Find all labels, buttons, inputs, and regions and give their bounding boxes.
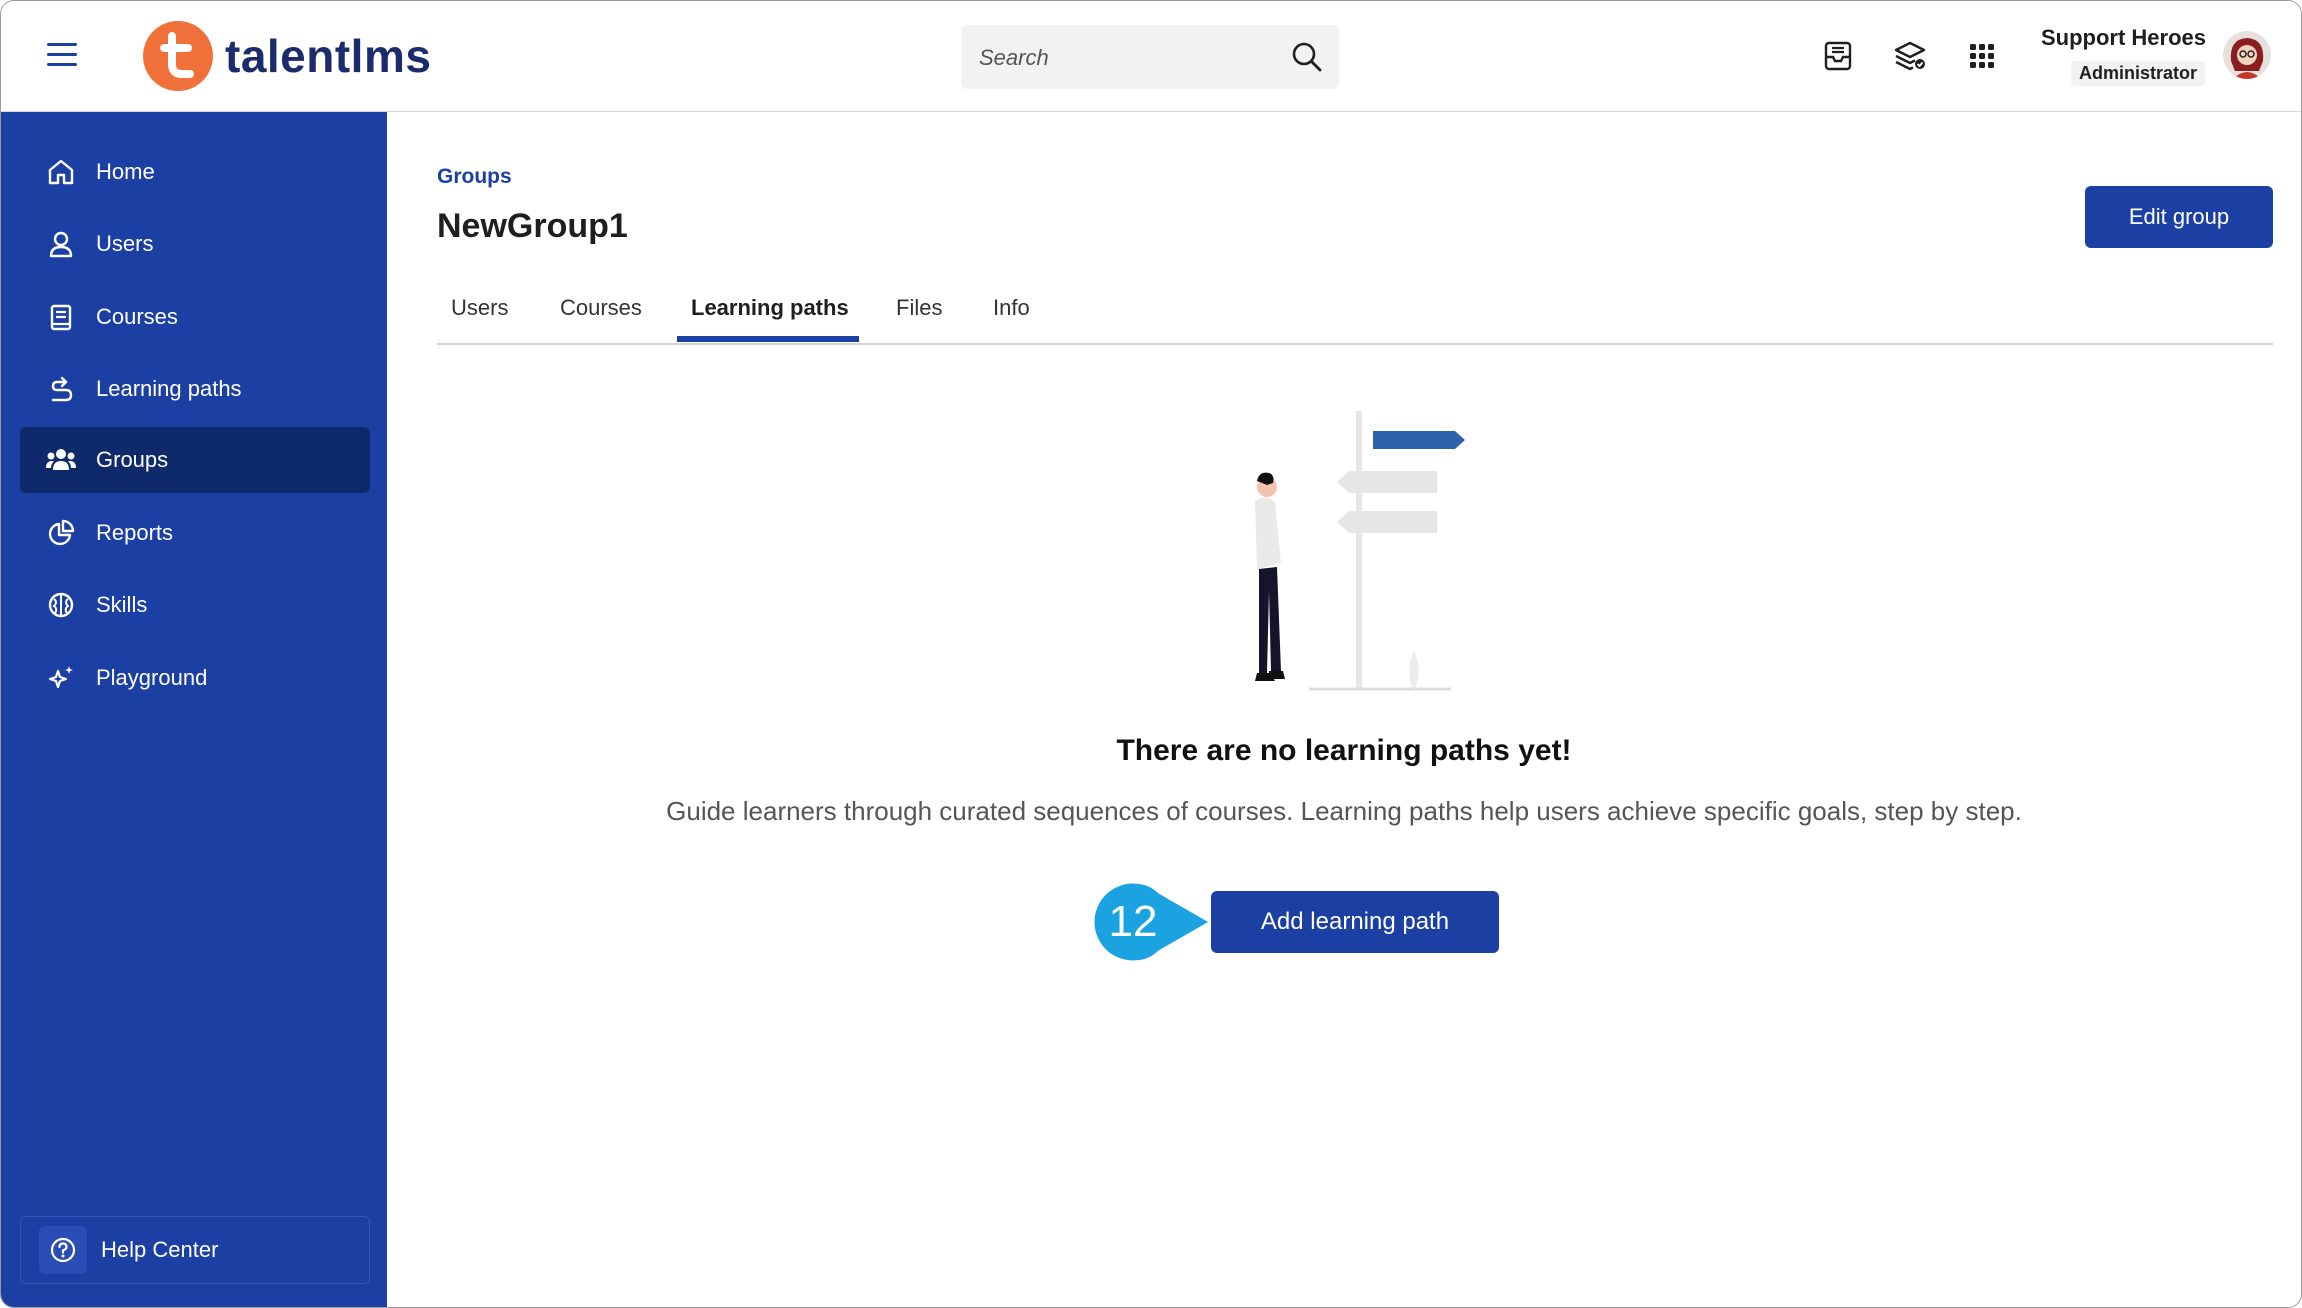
breadcrumb[interactable]: Groups — [437, 165, 512, 189]
sidebar-item-label: Users — [96, 231, 154, 256]
edit-group-button[interactable]: Edit group — [2085, 186, 2273, 248]
tab-bar: Users Courses Learning paths Files Info — [437, 281, 2273, 345]
sidebar: Home Users Courses Learning paths Groups — [1, 112, 387, 1307]
groups-icon — [44, 443, 78, 477]
path-icon — [44, 372, 78, 406]
step-callout-number: 12 — [1108, 897, 1158, 946]
tab-files[interactable]: Files — [896, 295, 942, 321]
home-icon — [44, 155, 78, 189]
sidebar-item-home[interactable]: Home — [20, 139, 370, 205]
logo-mark-icon — [143, 21, 213, 91]
logo[interactable]: talentlms — [143, 21, 431, 91]
empty-state-title: There are no learning paths yet! — [1116, 734, 1572, 767]
avatar[interactable] — [2223, 31, 2271, 79]
sidebar-item-label: Playground — [96, 665, 208, 690]
search-box — [961, 25, 1339, 91]
menu-icon[interactable] — [47, 43, 77, 69]
sidebar-item-label: Skills — [96, 592, 148, 617]
inbox-icon[interactable] — [1819, 37, 1857, 75]
logo-text: talentlms — [225, 30, 432, 82]
sidebar-item-label: Learning paths — [96, 376, 242, 401]
add-learning-path-button[interactable]: Add learning path — [1211, 891, 1499, 953]
user-name[interactable]: Support Heroes — [2031, 25, 2206, 51]
user-icon — [44, 227, 78, 261]
tab-learning-paths[interactable]: Learning paths — [691, 295, 849, 321]
help-center-label: Help Center — [101, 1237, 219, 1262]
sparkle-icon — [44, 661, 78, 695]
sidebar-item-users[interactable]: Users — [20, 211, 370, 277]
app-window: talentlms Su — [0, 0, 2302, 1308]
sidebar-item-label: Groups — [96, 447, 169, 472]
sidebar-item-label: Home — [96, 159, 155, 184]
tab-info[interactable]: Info — [993, 295, 1030, 321]
sidebar-item-label: Courses — [96, 304, 178, 329]
sidebar-item-reports[interactable]: Reports — [20, 500, 370, 566]
pie-chart-icon — [44, 516, 78, 550]
help-icon — [39, 1226, 87, 1274]
signpost-illustration — [1255, 411, 1465, 691]
sidebar-item-label: Reports — [96, 520, 174, 545]
apps-grid-icon[interactable] — [1963, 37, 2001, 75]
search-input[interactable] — [961, 25, 1281, 91]
sidebar-item-courses[interactable]: Courses — [20, 284, 370, 350]
user-role-badge: Administrator — [2071, 61, 2206, 86]
brain-icon — [44, 588, 78, 622]
layers-check-icon[interactable] — [1891, 37, 1929, 75]
sidebar-item-groups[interactable]: Groups — [20, 427, 370, 493]
page-title: NewGroup1 — [437, 207, 628, 245]
sidebar-item-playground[interactable]: Playground — [20, 645, 370, 711]
active-tab-indicator — [677, 336, 859, 342]
sidebar-item-skills[interactable]: Skills — [20, 572, 370, 638]
empty-state-description: Guide learners through curated sequences… — [666, 796, 2022, 826]
tab-users[interactable]: Users — [451, 295, 508, 321]
sidebar-item-learning-paths[interactable]: Learning paths — [20, 356, 370, 422]
book-icon — [44, 300, 78, 334]
top-header: talentlms Su — [1, 1, 2301, 112]
tab-courses[interactable]: Courses — [560, 295, 642, 321]
search-icon[interactable] — [1291, 41, 1323, 73]
help-center-button[interactable]: Help Center — [20, 1216, 370, 1284]
